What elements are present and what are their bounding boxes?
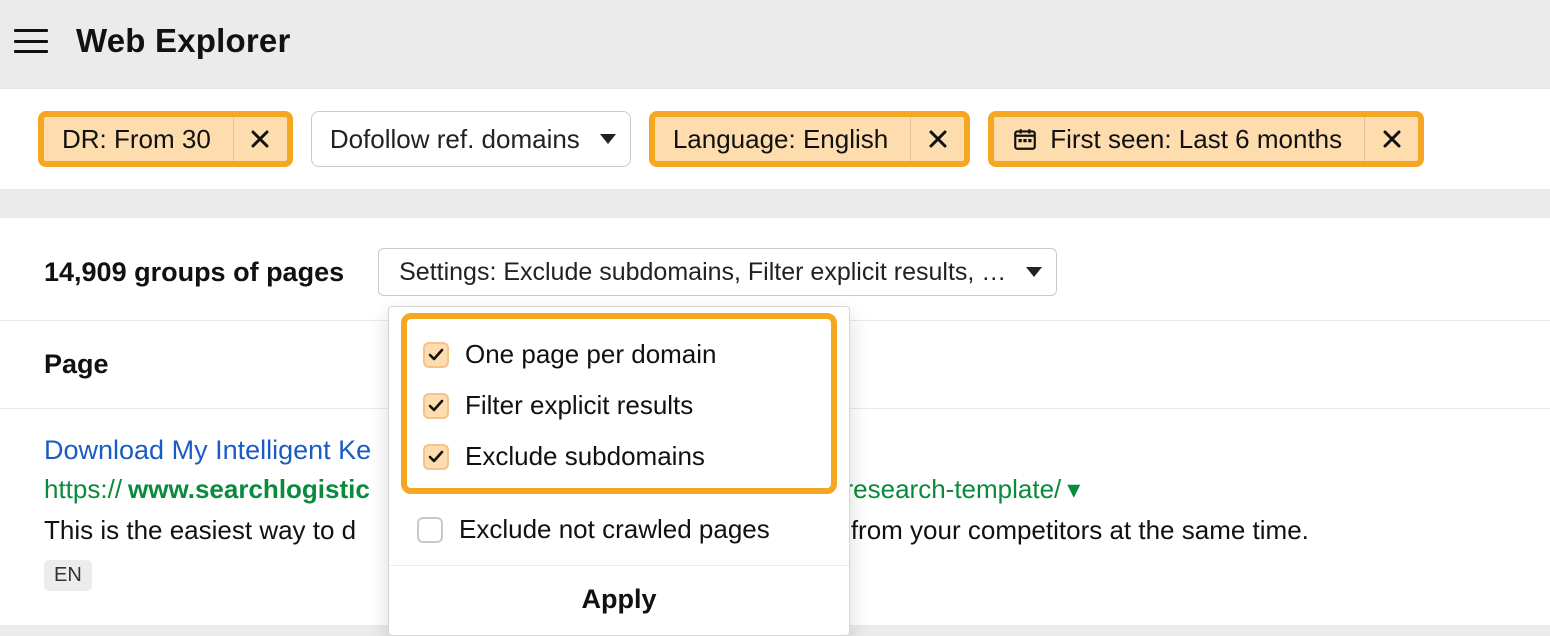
filter-chip-firstseen-remove[interactable] <box>1364 117 1418 161</box>
result-snippet-left: This is the easiest way to d <box>44 515 356 545</box>
filter-chip-dofollow[interactable]: Dofollow ref. domains <box>311 111 631 167</box>
settings-option-label: Exclude not crawled pages <box>459 514 770 545</box>
settings-option-one-per-domain[interactable]: One page per domain <box>419 329 819 380</box>
settings-option-exclude-not-crawled[interactable]: Exclude not crawled pages <box>413 504 825 555</box>
hamburger-icon[interactable] <box>14 27 48 55</box>
results-count: 14,909 groups of pages <box>44 257 344 288</box>
page-title: Web Explorer <box>76 22 291 60</box>
filter-chip-firstseen[interactable]: First seen: Last 6 months <box>988 111 1424 167</box>
settings-option-label: One page per domain <box>465 339 717 370</box>
filter-chip-firstseen-label: First seen: Last 6 months <box>1050 126 1342 152</box>
checkbox-icon <box>423 393 449 419</box>
settings-popover: One page per domain Filter explicit resu… <box>388 306 850 636</box>
result-snippet-right: s from your competitors at the same time… <box>831 515 1309 545</box>
settings-option-label: Filter explicit results <box>465 390 693 421</box>
result-url-path: -research-template/ <box>836 474 1061 505</box>
calendar-icon <box>1012 126 1038 152</box>
settings-option-exclude-subdomains[interactable]: Exclude subdomains <box>419 431 819 482</box>
settings-highlight-group: One page per domain Filter explicit resu… <box>401 313 837 494</box>
checkbox-icon <box>423 444 449 470</box>
close-icon <box>250 129 270 149</box>
filter-chip-dofollow-label: Dofollow ref. domains <box>330 126 580 152</box>
chevron-down-icon[interactable]: ▾ <box>1067 474 1080 505</box>
filter-chip-dr-remove[interactable] <box>233 117 287 161</box>
checkbox-icon <box>423 342 449 368</box>
chevron-down-icon <box>600 134 616 144</box>
close-icon <box>928 129 948 149</box>
settings-dropdown-label: Settings: Exclude subdomains, Filter exp… <box>399 258 1006 287</box>
filter-chip-dr[interactable]: DR: From 30 <box>38 111 293 167</box>
filter-bar: DR: From 30 Dofollow ref. domains Langua… <box>0 88 1550 190</box>
result-url-prefix: https:// <box>44 474 122 505</box>
chevron-down-icon <box>1026 267 1042 277</box>
apply-button[interactable]: Apply <box>389 565 849 635</box>
filter-chip-language-label: Language: English <box>673 126 888 152</box>
result-url-domain: www.searchlogistic <box>128 474 370 505</box>
language-badge: EN <box>44 560 92 591</box>
settings-option-filter-explicit[interactable]: Filter explicit results <box>419 380 819 431</box>
settings-dropdown[interactable]: Settings: Exclude subdomains, Filter exp… <box>378 248 1057 296</box>
checkbox-icon <box>417 517 443 543</box>
filter-chip-language[interactable]: Language: English <box>649 111 970 167</box>
settings-option-label: Exclude subdomains <box>465 441 705 472</box>
app-header: Web Explorer <box>0 0 1550 88</box>
filter-chip-language-remove[interactable] <box>910 117 964 161</box>
filter-chip-dr-label: DR: From 30 <box>62 126 211 152</box>
close-icon <box>1382 129 1402 149</box>
